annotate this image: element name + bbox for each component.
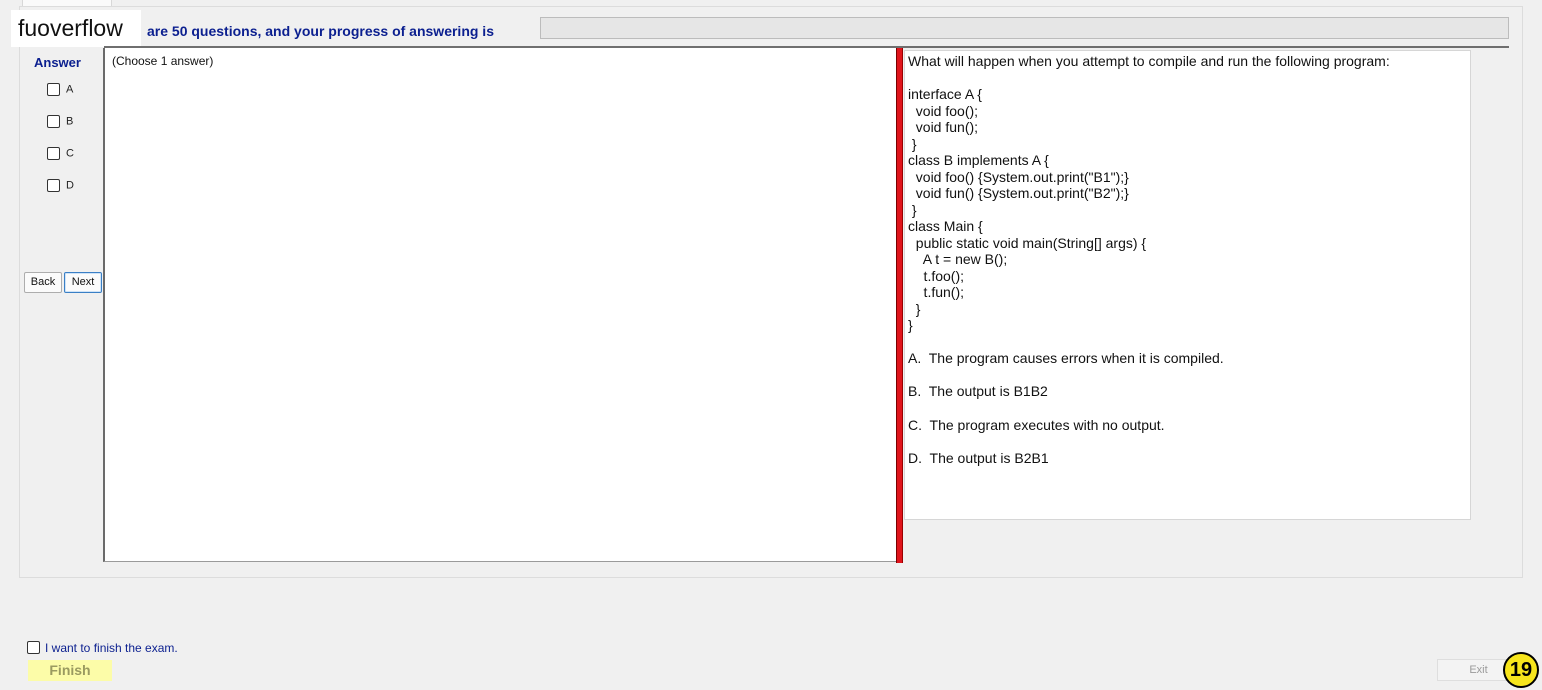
question-pane: What will happen when you attempt to com…	[904, 50, 1471, 520]
code-line: }	[908, 300, 921, 317]
checkbox[interactable]	[47, 179, 60, 192]
code-line: interface A {	[908, 86, 982, 102]
code-line: t.foo();	[908, 267, 965, 284]
watermark-logo: fuoverflow	[11, 10, 141, 47]
code-line: void foo() {System.out.print("B1");}	[908, 168, 1129, 185]
finish-exam-checkbox[interactable]: I want to finish the exam.	[27, 640, 178, 655]
answer-pane: (Choose 1 answer)	[103, 48, 896, 562]
code-line: class B implements A {	[908, 152, 1049, 168]
checkbox[interactable]	[47, 83, 60, 96]
question-prompt: What will happen when you attempt to com…	[908, 53, 1390, 69]
checkbox[interactable]	[27, 641, 40, 655]
back-button[interactable]: Back	[24, 272, 62, 293]
pane-splitter[interactable]	[896, 48, 903, 563]
progress-bar	[540, 17, 1509, 39]
code-line: void fun() {System.out.print("B2");}	[908, 185, 1129, 201]
code-line: void foo();	[908, 102, 979, 119]
choose-instruction: (Choose 1 answer)	[112, 54, 214, 68]
question-option-d: D. The output is B2B1	[908, 450, 1049, 466]
option-label: C	[66, 147, 74, 160]
finish-button[interactable]: Finish	[28, 660, 112, 681]
progress-label: are 50 questions, and your progress of a…	[147, 23, 494, 39]
code-line: class Main {	[908, 218, 983, 234]
checkbox[interactable]	[47, 115, 60, 128]
option-label: B	[66, 115, 74, 128]
finish-checkbox-label: I want to finish the exam.	[45, 640, 178, 655]
code-line: }	[908, 317, 913, 333]
question-number-badge: 19	[1503, 652, 1539, 688]
checkbox[interactable]	[47, 147, 60, 160]
question-option-a: A. The program causes errors when it is …	[908, 349, 1224, 366]
code-line: public static void main(String[] args) {	[908, 234, 1147, 251]
code-line: void fun();	[908, 119, 979, 135]
question-option-b: B. The output is B1B2	[908, 383, 1048, 399]
question-option-c: C. The program executes with no output.	[908, 416, 1165, 433]
option-label: A	[66, 83, 74, 96]
code-line: A t = new B();	[908, 251, 1008, 267]
answer-option-a[interactable]: A	[47, 83, 73, 99]
answer-option-b[interactable]: B	[47, 115, 73, 131]
option-label: D	[66, 179, 74, 192]
code-line: }	[908, 135, 917, 152]
answer-option-c[interactable]: C	[47, 147, 74, 163]
code-line: }	[908, 201, 917, 218]
next-button[interactable]: Next	[64, 272, 102, 293]
code-line: t.fun();	[908, 284, 965, 300]
answer-title: Answer	[34, 55, 81, 70]
answer-option-d[interactable]: D	[47, 179, 74, 195]
